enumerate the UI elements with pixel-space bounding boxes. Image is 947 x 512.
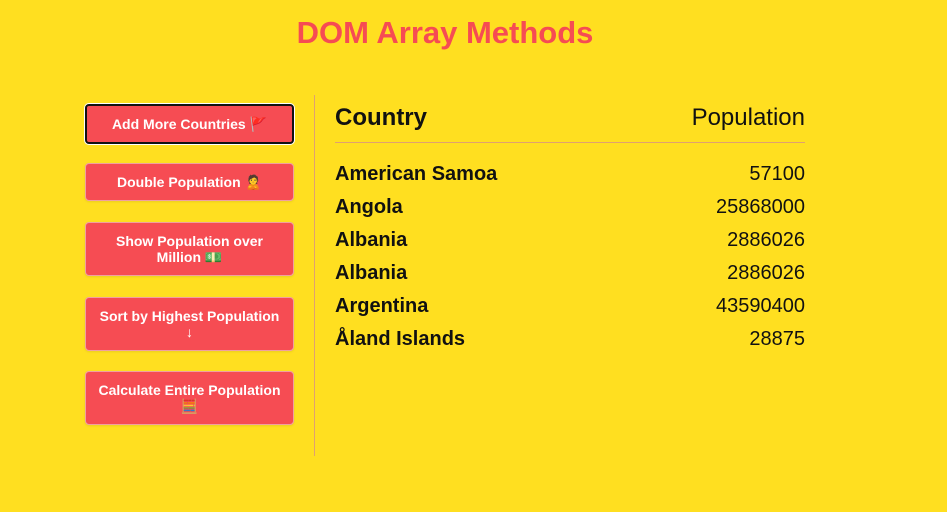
calculate-population-button[interactable]: Calculate Entire Population 🧮 (85, 371, 294, 425)
page-title: DOM Array Methods (296, 15, 594, 50)
country-name: Åland Islands (335, 328, 466, 350)
show-millionaires-label: Show Population over Million (115, 233, 263, 265)
table-body: American Samoa 57100 Angola 25868000 Alb… (335, 158, 805, 356)
show-millionaires-button[interactable]: Show Population over Million 💵 (85, 222, 294, 276)
table-row: American Samoa 57100 (335, 158, 805, 191)
flag-icon: 🚩 (249, 116, 268, 132)
money-icon: 💵 (204, 249, 223, 265)
arrow-down-icon: ↓ (185, 324, 193, 340)
country-name: American Samoa (335, 163, 498, 185)
population-table: Country Population American Samoa 57100 … (335, 100, 805, 356)
app-page: DOM Array Methods Add More Countries 🚩 D… (0, 0, 947, 512)
add-countries-label: Add More Countries (111, 116, 246, 132)
country-population: 28875 (749, 328, 805, 350)
table-header: Country Population (335, 100, 805, 143)
abacus-icon: 🧮 (180, 398, 199, 414)
table-row: Åland Islands 28875 (335, 323, 805, 356)
country-population: 57100 (749, 163, 805, 185)
country-name: Argentina (335, 295, 429, 317)
add-countries-button[interactable]: Add More Countries 🚩 (85, 104, 294, 144)
country-population: 2886026 (727, 262, 805, 284)
country-population: 2886026 (727, 229, 805, 251)
double-population-button[interactable]: Double Population 🙎 (85, 163, 294, 201)
double-population-label: Double Population (117, 174, 241, 190)
calculate-population-label: Calculate Entire Population (98, 382, 281, 398)
country-column-header: Country (335, 104, 427, 131)
country-name: Albania (335, 229, 408, 251)
table-row: Albania 2886026 (335, 257, 805, 290)
table-row: Angola 25868000 (335, 191, 805, 224)
sort-population-button[interactable]: Sort by Highest Population ↓ (85, 297, 294, 351)
table-row: Albania 2886026 (335, 224, 805, 257)
country-population: 25868000 (716, 196, 805, 218)
table-row: Argentina 43590400 (335, 290, 805, 323)
vertical-divider (314, 95, 315, 456)
population-column-header: Population (691, 104, 805, 131)
country-name: Angola (335, 196, 403, 218)
sort-population-label: Sort by Highest Population (99, 308, 280, 324)
country-population: 43590400 (716, 295, 805, 317)
person-icon: 🙎 (244, 174, 262, 190)
country-name: Albania (335, 262, 408, 284)
